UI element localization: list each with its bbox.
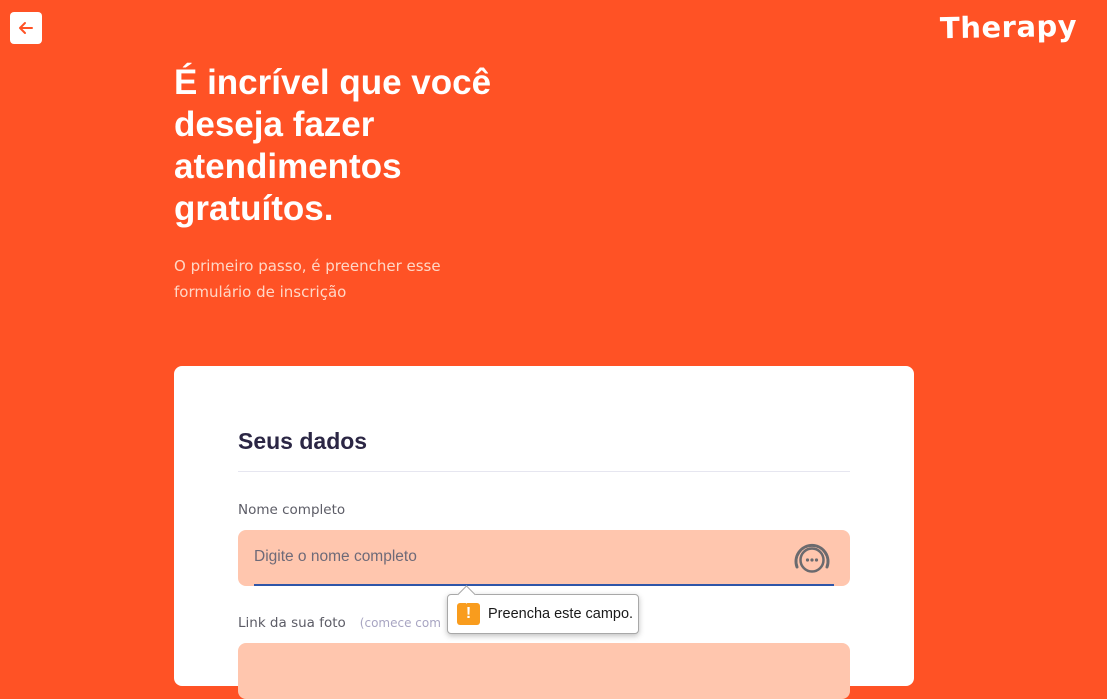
therapy-logo[interactable]: Therapy <box>940 9 1078 45</box>
warning-icon: ! <box>457 603 480 625</box>
section-title: Seus dados <box>238 428 368 454</box>
validation-tooltip: ! Preencha este campo. <box>447 585 639 634</box>
page-title: É incrível que você deseja fazer atendim… <box>174 63 492 228</box>
photo-input[interactable] <box>238 643 850 699</box>
photo-field-label: Link da sua foto (comece com <box>238 615 441 631</box>
name-input[interactable] <box>254 530 834 586</box>
name-field-container <box>238 530 850 586</box>
form-card: Seus dados Nome completo Link da sua fot… <box>174 366 914 699</box>
back-button[interactable] <box>10 12 42 44</box>
photo-label-text: Link da sua foto <box>238 615 346 631</box>
page-subtitle: O primeiro passo, é preencher esse formu… <box>174 257 441 301</box>
section-divider <box>238 471 850 472</box>
photo-label-hint: (comece com <box>359 616 441 630</box>
password-manager-icon[interactable] <box>790 537 834 581</box>
arrow-left-icon <box>19 22 33 34</box>
name-field-label: Nome completo <box>238 502 346 518</box>
tooltip-message: Preencha este campo. <box>488 606 634 622</box>
